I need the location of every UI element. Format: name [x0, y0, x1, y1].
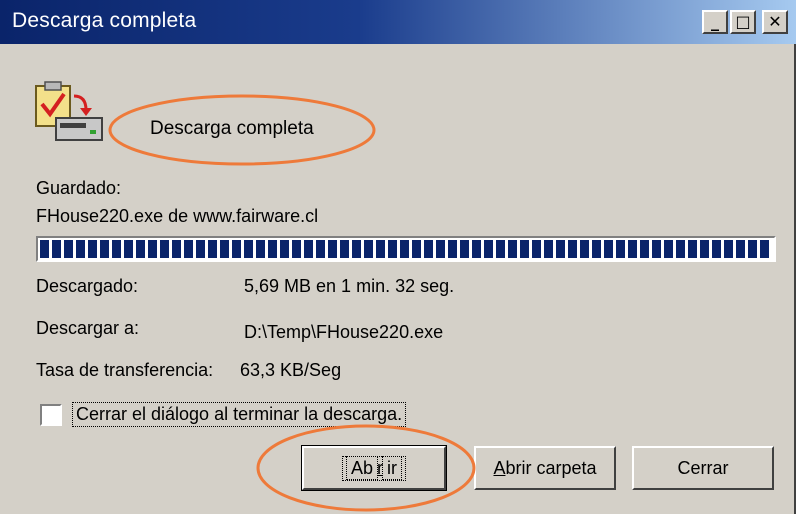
status-heading: Descarga completa	[150, 118, 314, 139]
minimize-icon: _	[711, 12, 719, 31]
download-progress-bar	[36, 236, 776, 262]
target-path: D:\Temp\FHouse220.exe	[244, 322, 444, 342]
target-label: Descargar a:	[36, 318, 140, 338]
close-icon: ✕	[768, 12, 782, 31]
window-title: Descarga completa	[12, 9, 197, 32]
saved-label: Guardado:	[36, 178, 122, 198]
open-folder-button-label: Abrir carpeta	[493, 457, 597, 478]
download-complete-icon	[34, 80, 106, 150]
close-button-label: Cerrar	[677, 457, 729, 478]
maximize-button[interactable]: □	[730, 10, 756, 34]
close-button[interactable]: Cerrar	[632, 446, 774, 490]
downloaded-value: 5,69 MB en 1 min. 32 seg.	[244, 276, 455, 296]
open-folder-button[interactable]: Abrir carpeta	[474, 446, 616, 490]
close-window-button[interactable]: ✕	[762, 10, 788, 34]
close-on-finish-label[interactable]: Cerrar el diálogo al terminar la descarg…	[71, 402, 407, 427]
close-on-finish-checkbox[interactable]	[40, 404, 62, 426]
maximize-icon: □	[735, 12, 751, 31]
title-bar[interactable]: Descarga completa _ □ ✕	[0, 0, 796, 44]
download-complete-dialog: Descarga completa _ □ ✕ Descarga complet…	[0, 0, 796, 514]
minimize-button[interactable]: _	[702, 10, 728, 34]
open-button[interactable]: Ab r ir	[301, 445, 447, 491]
saved-file: FHouse220.exe de www.fairware.cl	[36, 206, 319, 226]
rate-label: Tasa de transferencia:	[36, 360, 214, 380]
rate-value: 63,3 KB/Seg	[240, 360, 342, 380]
progress-fill	[40, 240, 772, 258]
downloaded-label: Descargado:	[36, 276, 139, 296]
open-button-label: Ab r ir	[341, 455, 407, 481]
